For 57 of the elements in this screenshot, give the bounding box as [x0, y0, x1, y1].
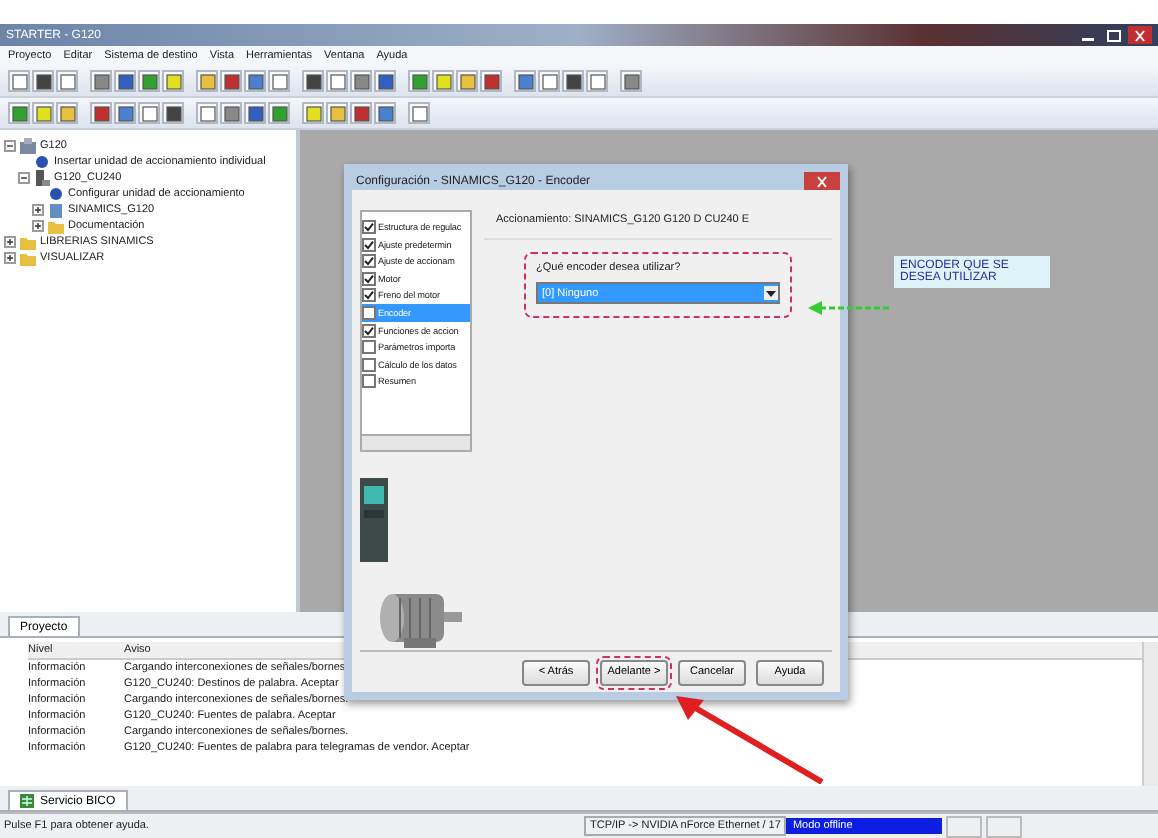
- maximize-button[interactable]: [1102, 26, 1126, 44]
- toolbar-button[interactable]: [162, 102, 184, 124]
- maximize-icon: [1106, 29, 1122, 41]
- toolbar-button[interactable]: [220, 70, 242, 92]
- project-icon: [20, 138, 36, 154]
- checkbox[interactable]: [362, 306, 376, 320]
- expand-icon[interactable]: [4, 252, 16, 264]
- toolbar-button[interactable]: [244, 102, 266, 124]
- close-button[interactable]: [804, 172, 840, 191]
- close-button[interactable]: [1128, 26, 1152, 44]
- close-icon: [814, 175, 830, 188]
- checkbox[interactable]: [362, 288, 376, 303]
- toolbar-button[interactable]: [408, 70, 430, 92]
- checkbox[interactable]: [362, 357, 376, 372]
- toolbar-button[interactable]: [480, 70, 502, 92]
- toolbar-button[interactable]: [562, 70, 584, 92]
- node-icon: [34, 154, 50, 170]
- toolbar-button[interactable]: [268, 102, 290, 124]
- checkbox[interactable]: [362, 254, 376, 269]
- checkbox[interactable]: [362, 323, 376, 338]
- drive-unit-drawing: [360, 478, 388, 563]
- expand-icon[interactable]: [4, 236, 16, 248]
- toolbar-button[interactable]: [90, 102, 112, 124]
- toolbar-button[interactable]: [374, 70, 396, 92]
- checkbox[interactable]: [362, 220, 376, 235]
- caret-icon: [764, 286, 778, 301]
- scrollbar[interactable]: [360, 436, 472, 453]
- toolbar-button[interactable]: [620, 70, 642, 92]
- device-icon: [48, 202, 64, 218]
- expand-icon[interactable]: [32, 204, 44, 216]
- toolbar-button[interactable]: [350, 102, 372, 124]
- toolbar-button[interactable]: [114, 70, 136, 92]
- drive-icon: [34, 170, 50, 186]
- checkbox[interactable]: [362, 340, 376, 355]
- arrow: [808, 300, 892, 316]
- toolbar-button[interactable]: [114, 102, 136, 124]
- checkbox[interactable]: [362, 237, 376, 252]
- toolbar-button[interactable]: [514, 70, 536, 92]
- toolbar-button[interactable]: [90, 70, 112, 92]
- toolbar-button[interactable]: [8, 102, 30, 124]
- node-icon: [48, 186, 64, 202]
- checkbox[interactable]: [362, 271, 376, 286]
- collapse-icon[interactable]: [18, 172, 30, 184]
- toolbar-button[interactable]: [32, 70, 54, 92]
- scrollbar[interactable]: [1142, 642, 1158, 786]
- toolbar-button[interactable]: [220, 102, 242, 124]
- expand-icon[interactable]: [32, 220, 44, 232]
- checkbox[interactable]: [362, 374, 376, 389]
- toolbar-button[interactable]: [302, 70, 324, 92]
- grid-icon: [20, 794, 34, 808]
- close-icon: [1132, 29, 1148, 41]
- toolbar-button[interactable]: [350, 70, 372, 92]
- toolbar-button[interactable]: [374, 102, 396, 124]
- collapse-icon[interactable]: [4, 140, 16, 152]
- toolbar-button[interactable]: [244, 70, 266, 92]
- toolbar-button[interactable]: [138, 70, 160, 92]
- tool-icon: [623, 73, 639, 89]
